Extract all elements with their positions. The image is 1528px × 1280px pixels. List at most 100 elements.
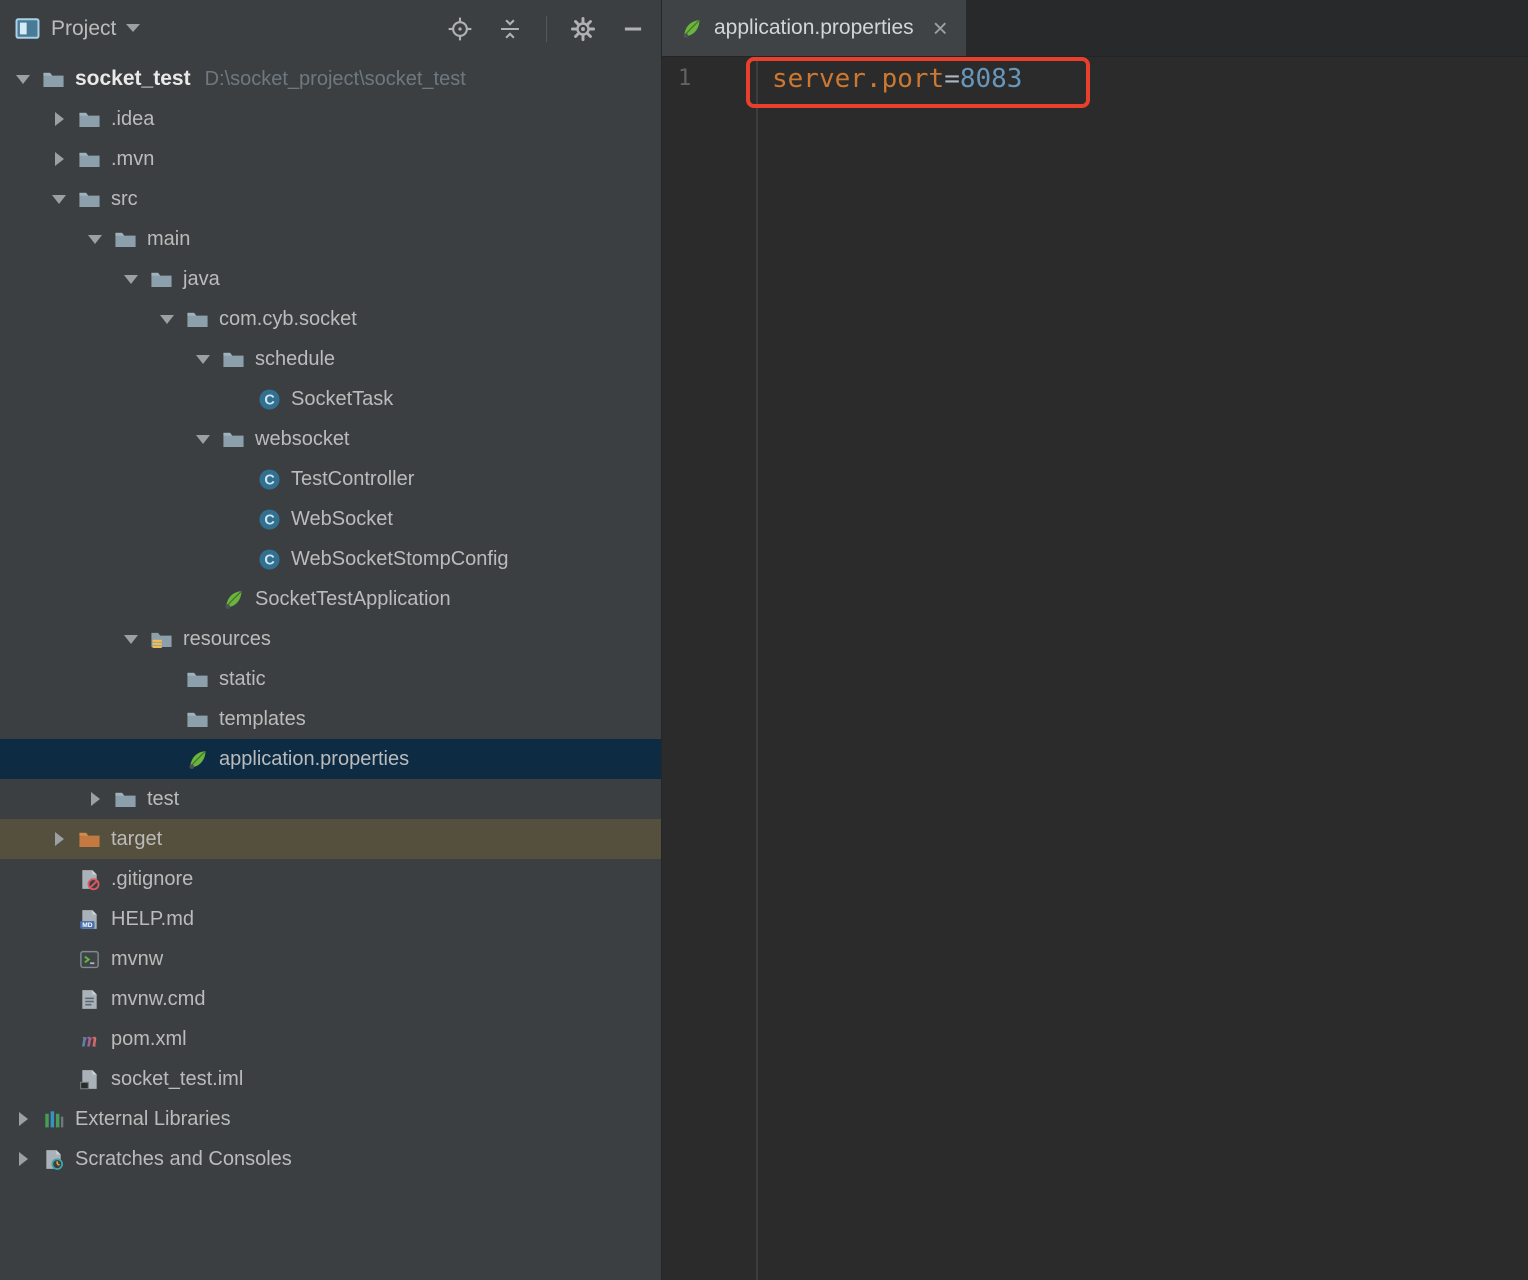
panel-title: Project xyxy=(51,17,116,41)
svg-text:C: C xyxy=(264,392,274,408)
folder-resources-icon xyxy=(150,628,173,651)
shell-icon xyxy=(78,948,101,971)
locate-icon[interactable] xyxy=(446,15,474,43)
chevron-spacer xyxy=(228,388,250,410)
svg-text:C: C xyxy=(264,472,274,488)
tree-item-mvn[interactable]: .mvn xyxy=(0,139,661,179)
markdown-icon: MD xyxy=(78,908,101,931)
collapse-all-icon[interactable] xyxy=(496,15,524,43)
chevron-spacer xyxy=(48,868,70,890)
tree-item-websocket[interactable]: websocket xyxy=(0,419,661,459)
tree-item-gitignore[interactable]: .gitignore xyxy=(0,859,661,899)
tree-item-templates[interactable]: templates xyxy=(0,699,661,739)
chevron-down-icon[interactable] xyxy=(156,308,178,330)
chevron-down-icon[interactable] xyxy=(48,188,70,210)
chevron-right-icon[interactable] xyxy=(48,148,70,170)
tree-item-label: Scratches and Consoles xyxy=(75,1148,292,1171)
close-icon[interactable]: × xyxy=(933,15,948,41)
chevron-down-icon[interactable] xyxy=(192,348,214,370)
chevron-spacer xyxy=(48,988,70,1010)
svg-text:C: C xyxy=(264,512,274,528)
chevron-spacer xyxy=(192,588,214,610)
tree-item-static[interactable]: static xyxy=(0,659,661,699)
tree-item-label: websocket xyxy=(255,428,350,451)
tree-item-help-md[interactable]: MDHELP.md xyxy=(0,899,661,939)
chevron-down-icon[interactable] xyxy=(120,268,142,290)
chevron-right-icon[interactable] xyxy=(12,1108,34,1130)
editor[interactable]: 1 server.port=8083 xyxy=(662,57,1528,1280)
tree-item-socket-test[interactable]: socket_test D:\socket_project\socket_test xyxy=(0,59,661,99)
tree-item-src[interactable]: src xyxy=(0,179,661,219)
chevron-right-icon[interactable] xyxy=(48,108,70,130)
tab-title: application.properties xyxy=(714,16,914,40)
tree-item-target[interactable]: target xyxy=(0,819,661,859)
tree-item-label: test xyxy=(147,788,179,811)
tree-item-pom-xml[interactable]: m pom.xml xyxy=(0,1019,661,1059)
folder-excluded-icon xyxy=(78,828,101,851)
chevron-spacer xyxy=(48,948,70,970)
settings-icon[interactable] xyxy=(569,15,597,43)
chevron-down-icon[interactable] xyxy=(12,68,34,90)
tree-item-external-libraries[interactable]: External Libraries xyxy=(0,1099,661,1139)
iml-icon xyxy=(78,1068,101,1091)
tree-item-label: External Libraries xyxy=(75,1108,231,1131)
spring-icon xyxy=(186,748,209,771)
tree-item-main[interactable]: main xyxy=(0,219,661,259)
svg-text:MD: MD xyxy=(82,921,93,928)
chevron-spacer xyxy=(156,748,178,770)
folder-icon xyxy=(78,188,101,211)
tree-item-resources[interactable]: resources xyxy=(0,619,661,659)
tree-item-com-cyb-socket[interactable]: com.cyb.socket xyxy=(0,299,661,339)
tree-item-schedule[interactable]: schedule xyxy=(0,339,661,379)
folder-icon xyxy=(222,348,245,371)
folder-icon xyxy=(42,68,65,91)
folder-icon xyxy=(222,428,245,451)
class-icon: C xyxy=(258,508,281,531)
toolbar-divider xyxy=(546,16,547,42)
project-root-path: D:\socket_project\socket_test xyxy=(205,68,466,91)
editor-area: application.properties × 1 server.port=8… xyxy=(662,0,1528,1280)
project-view-selector[interactable]: Project xyxy=(14,15,140,42)
tree-item-java[interactable]: java xyxy=(0,259,661,299)
code-line[interactable]: server.port=8083 xyxy=(758,57,1528,101)
tree-item-idea[interactable]: .idea xyxy=(0,99,661,139)
tree-item-websocketstompconfig[interactable]: CWebSocketStompConfig xyxy=(0,539,661,579)
tree-item-label: com.cyb.socket xyxy=(219,308,357,331)
chevron-right-icon[interactable] xyxy=(48,828,70,850)
chevron-right-icon[interactable] xyxy=(84,788,106,810)
code-token: 8083 xyxy=(960,64,1023,94)
chevron-down-icon[interactable] xyxy=(84,228,106,250)
tree-item-label: socket_test.iml xyxy=(111,1068,243,1091)
textfile-icon xyxy=(78,988,101,1011)
tree-item-websocket[interactable]: C WebSocket xyxy=(0,499,661,539)
tree-item-label: main xyxy=(147,228,190,251)
tree-item-application-properties[interactable]: application.properties xyxy=(0,739,661,779)
project-tool-icon xyxy=(14,15,41,42)
chevron-right-icon[interactable] xyxy=(12,1148,34,1170)
svg-text:m: m xyxy=(82,1029,98,1051)
tree-item-mvnw[interactable]: mvnw xyxy=(0,939,661,979)
tab-application-properties[interactable]: application.properties × xyxy=(662,0,966,56)
tree-item-label: WebSocket xyxy=(291,508,393,531)
tree-item-label: SocketTask xyxy=(291,388,393,411)
ide-window: Project xyxy=(0,0,1528,1280)
tree-item-label: .gitignore xyxy=(111,868,193,891)
tree-item-scratches-and-consoles[interactable]: Scratches and Consoles xyxy=(0,1139,661,1179)
tree-item-sockettestapplication[interactable]: SocketTestApplication xyxy=(0,579,661,619)
scratches-icon xyxy=(42,1148,65,1171)
chevron-spacer xyxy=(156,668,178,690)
tree-item-test[interactable]: test xyxy=(0,779,661,819)
folder-icon xyxy=(186,708,209,731)
tree-item-socket-test-iml[interactable]: socket_test.iml xyxy=(0,1059,661,1099)
tree-item-mvnw-cmd[interactable]: mvnw.cmd xyxy=(0,979,661,1019)
chevron-down-icon[interactable] xyxy=(192,428,214,450)
tree-item-label: TestController xyxy=(291,468,414,491)
tree-item-testcontroller[interactable]: C TestController xyxy=(0,459,661,499)
spring-leaf-icon xyxy=(680,17,703,40)
tree-item-sockettask[interactable]: C SocketTask xyxy=(0,379,661,419)
chevron-down-icon[interactable] xyxy=(120,628,142,650)
tree-item-label: socket_test xyxy=(75,67,191,91)
hide-icon[interactable] xyxy=(619,15,647,43)
code-area[interactable]: server.port=8083 xyxy=(758,57,1528,1280)
tree-item-label: pom.xml xyxy=(111,1028,187,1051)
